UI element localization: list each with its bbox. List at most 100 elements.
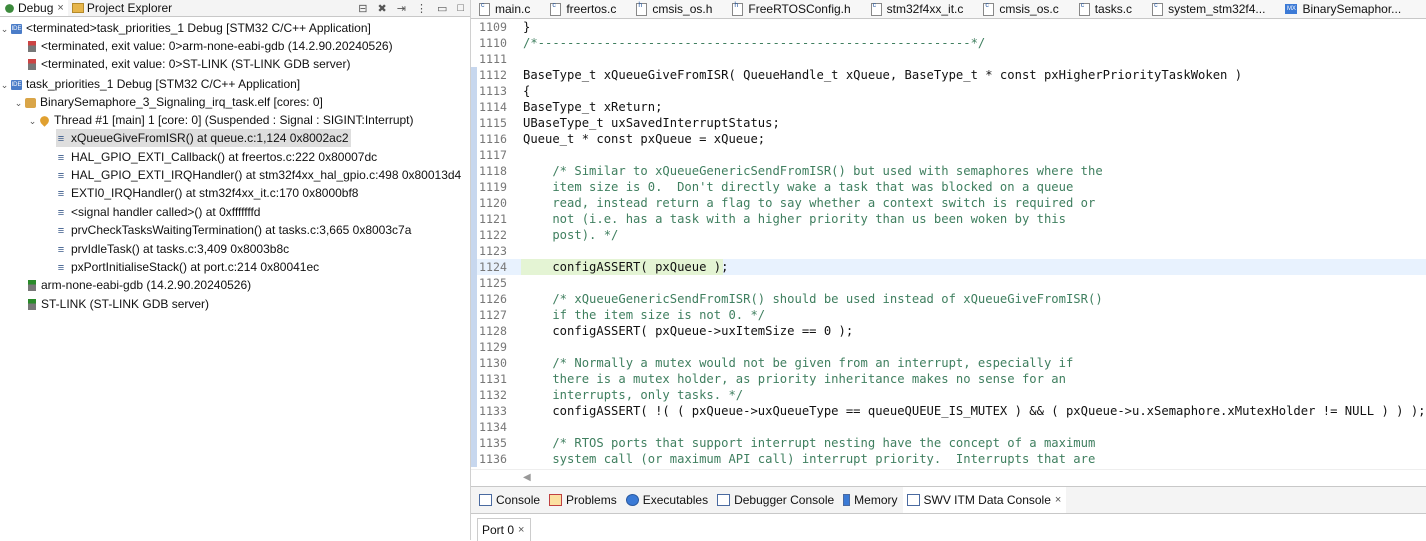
stack-frame[interactable]: ≡ HAL_GPIO_EXTI_IRQHandler() at stm32f4xx…	[56, 166, 461, 184]
editor-tab[interactable]: system_stm32f4...	[1144, 0, 1277, 18]
line-number: 1113	[479, 84, 507, 98]
tab-swv-itm-data-console[interactable]: SWV ITM Data Console ×	[902, 487, 1067, 513]
tree-item-terminated-gdb[interactable]: <terminated, exit value: 0>arm-none-eabi…	[28, 37, 393, 55]
line-number: 1128	[479, 324, 507, 338]
code-area[interactable]: 1109} 1110 /*----------------------------…	[471, 19, 1426, 470]
tab-project-explorer[interactable]: Project Explorer	[68, 0, 176, 16]
stack-frame-icon: ≡	[57, 187, 65, 200]
process-icon	[28, 280, 36, 292]
stack-frame[interactable]: ≡ prvIdleTask() at tasks.c:3,409 0x8003b8…	[56, 240, 289, 258]
horizontal-scrollbar[interactable]: ◀	[471, 469, 1426, 486]
stack-frame-selected[interactable]: ≡ xQueueGiveFromISR() at queue.c:1,124 0x…	[56, 129, 351, 147]
tab-problems[interactable]: Problems	[545, 487, 622, 513]
problems-icon	[549, 494, 563, 506]
editor-tab[interactable]: FreeRTOSConfig.h	[724, 0, 862, 18]
tab-debug-label: Debug	[18, 1, 54, 15]
editor-tab[interactable]: MX BinarySemaphor...	[1277, 0, 1413, 18]
process-icon	[28, 59, 36, 71]
tree-item-stlink[interactable]: ST-LINK (ST-LINK GDB server)	[28, 295, 209, 313]
close-icon[interactable]: ×	[57, 2, 63, 14]
tree-item-label: <terminated, exit value: 0>arm-none-eabi…	[41, 39, 393, 53]
code-text: if the item size is not 0. */	[523, 308, 766, 322]
stack-frame[interactable]: ≡ EXTI0_IRQHandler() at stm32f4xx_it.c:17…	[56, 184, 359, 202]
code-line: 1122 post). */	[471, 227, 1426, 243]
chevron-down-icon[interactable]: ⌄	[0, 20, 9, 38]
tree-item-gdb[interactable]: arm-none-eabi-gdb (14.2.90.20240526)	[28, 276, 251, 294]
stack-frame[interactable]: ≡ prvCheckTasksWaitingTermination() at ta…	[56, 221, 412, 239]
tree-item-thread[interactable]: ⌄ Thread #1 [main] 1 [core: 0] (Suspended…	[28, 111, 414, 129]
code-text: configASSERT( !( ( pxQueue->uxQueueType …	[523, 404, 1426, 418]
close-icon[interactable]: ×	[518, 524, 524, 536]
editor-tab[interactable]: main.c	[471, 0, 542, 18]
c-file-icon	[870, 2, 882, 16]
stack-frame[interactable]: ≡ HAL_GPIO_EXTI_Callback() at freertos.c:…	[56, 148, 377, 166]
tree-item-label: ST-LINK (ST-LINK GDB server)	[41, 297, 210, 311]
code-text: BaseType_t xReturn;	[523, 100, 663, 114]
step-icon[interactable]: ⇥	[397, 2, 406, 15]
tab-executables[interactable]: Executables	[622, 487, 713, 513]
code-text: /* xQueueGenericSendFromISR() should be …	[523, 292, 1103, 306]
stack-frame-icon: ≡	[57, 132, 65, 145]
view-menu-icon[interactable]: ⋮	[416, 2, 427, 15]
maximize-icon[interactable]: □	[457, 2, 464, 14]
code-text: item size is 0. Don't directly wake a ta…	[523, 180, 1074, 194]
scroll-left-icon[interactable]: ◀	[523, 472, 531, 483]
close-icon[interactable]: ×	[1055, 494, 1061, 506]
editor-tab-bar: main.c freertos.c cmsis_os.h FreeRTOSCon…	[471, 0, 1426, 19]
stack-frame-label: prvIdleTask() at tasks.c:3,409 0x8003b8c	[71, 242, 290, 256]
editor-tab-label: cmsis_os.c	[999, 2, 1059, 16]
tree-item-terminated-launch[interactable]: ⌄ IDE <terminated>task_priorities_1 Debug …	[0, 19, 371, 37]
tab-memory[interactable]: Memory	[839, 487, 902, 513]
code-line: 1132 interrupts, only tasks. */	[471, 387, 1426, 403]
code-text: system call (or maximum API call) interr…	[523, 452, 1096, 466]
tab-debug[interactable]: Debug ×	[0, 0, 68, 16]
code-line: 1129	[471, 339, 1426, 355]
process-icon	[28, 41, 36, 53]
line-number: 1135	[479, 436, 507, 450]
line-number: 1110	[479, 36, 507, 50]
tab-console[interactable]: Console	[475, 487, 545, 513]
tab-port-label: Port 0	[482, 522, 515, 537]
folder-icon	[71, 3, 84, 13]
bottom-tab-bar: Console Problems Executables Debugger Co…	[471, 487, 1426, 514]
collapse-all-icon[interactable]: ⊟	[358, 2, 367, 15]
stack-frame-icon: ≡	[57, 224, 65, 237]
editor-tab[interactable]: freertos.c	[542, 0, 628, 18]
line-number: 1119	[479, 180, 507, 194]
code-line: 1135 /* RTOS ports that support interrup…	[471, 435, 1426, 451]
editor-tab[interactable]: tasks.c	[1071, 0, 1144, 18]
editor-tab[interactable]: cmsis_os.h	[628, 0, 724, 18]
tree-item-elf[interactable]: ⌄ BinarySemaphore_3_Signaling_irq_task.el…	[14, 93, 323, 111]
ide-launch-icon: IDE	[11, 79, 22, 90]
code-text: configASSERT( pxQueue );	[523, 260, 729, 274]
tree-item-label: <terminated, exit value: 0>ST-LINK (ST-L…	[41, 57, 351, 71]
tab-port-0[interactable]: Port 0 ×	[477, 517, 532, 541]
chevron-down-icon[interactable]: ⌄	[14, 94, 23, 112]
h-file-icon	[636, 2, 648, 16]
minimize-icon[interactable]: ▭	[437, 2, 447, 15]
bottom-panel: Console Problems Executables Debugger Co…	[471, 486, 1426, 541]
executables-icon	[625, 494, 639, 506]
code-editor: main.c freertos.c cmsis_os.h FreeRTOSCon…	[471, 0, 1426, 486]
code-text: post). */	[523, 228, 619, 242]
remove-terminated-icon[interactable]: ✖	[378, 2, 387, 15]
console-icon	[479, 494, 492, 506]
editor-tab[interactable]: stm32f4xx_it.c	[863, 0, 976, 18]
code-text: {	[523, 84, 531, 98]
stack-frame[interactable]: ≡ pxPortInitialiseStack() at port.c:214 0…	[56, 258, 319, 276]
code-text: /*--------------------------------------…	[523, 36, 986, 50]
tree-item-launch[interactable]: ⌄ IDE task_priorities_1 Debug [STM32 C/C++…	[0, 75, 300, 93]
line-number: 1133	[479, 404, 507, 418]
c-file-icon	[479, 2, 490, 16]
stack-frame[interactable]: ≡ <signal handler called>() at 0xfffffffd	[56, 203, 261, 221]
code-line: 1125	[471, 275, 1426, 291]
tab-debugger-console[interactable]: Debugger Console	[713, 487, 839, 513]
chevron-down-icon[interactable]: ⌄	[0, 76, 9, 94]
tree-item-label: BinarySemaphore_3_Signaling_irq_task.elf…	[40, 95, 323, 109]
line-number: 1134	[479, 420, 507, 434]
left-tab-bar: Debug × Project Explorer ⊟ ✖ ⇥ ⋮ ▭ □	[0, 0, 470, 17]
c-file-icon	[983, 2, 995, 16]
tree-item-terminated-stlink[interactable]: <terminated, exit value: 0>ST-LINK (ST-L…	[28, 55, 350, 73]
editor-tab[interactable]: cmsis_os.c	[975, 0, 1070, 18]
chevron-down-icon[interactable]: ⌄	[28, 112, 37, 130]
